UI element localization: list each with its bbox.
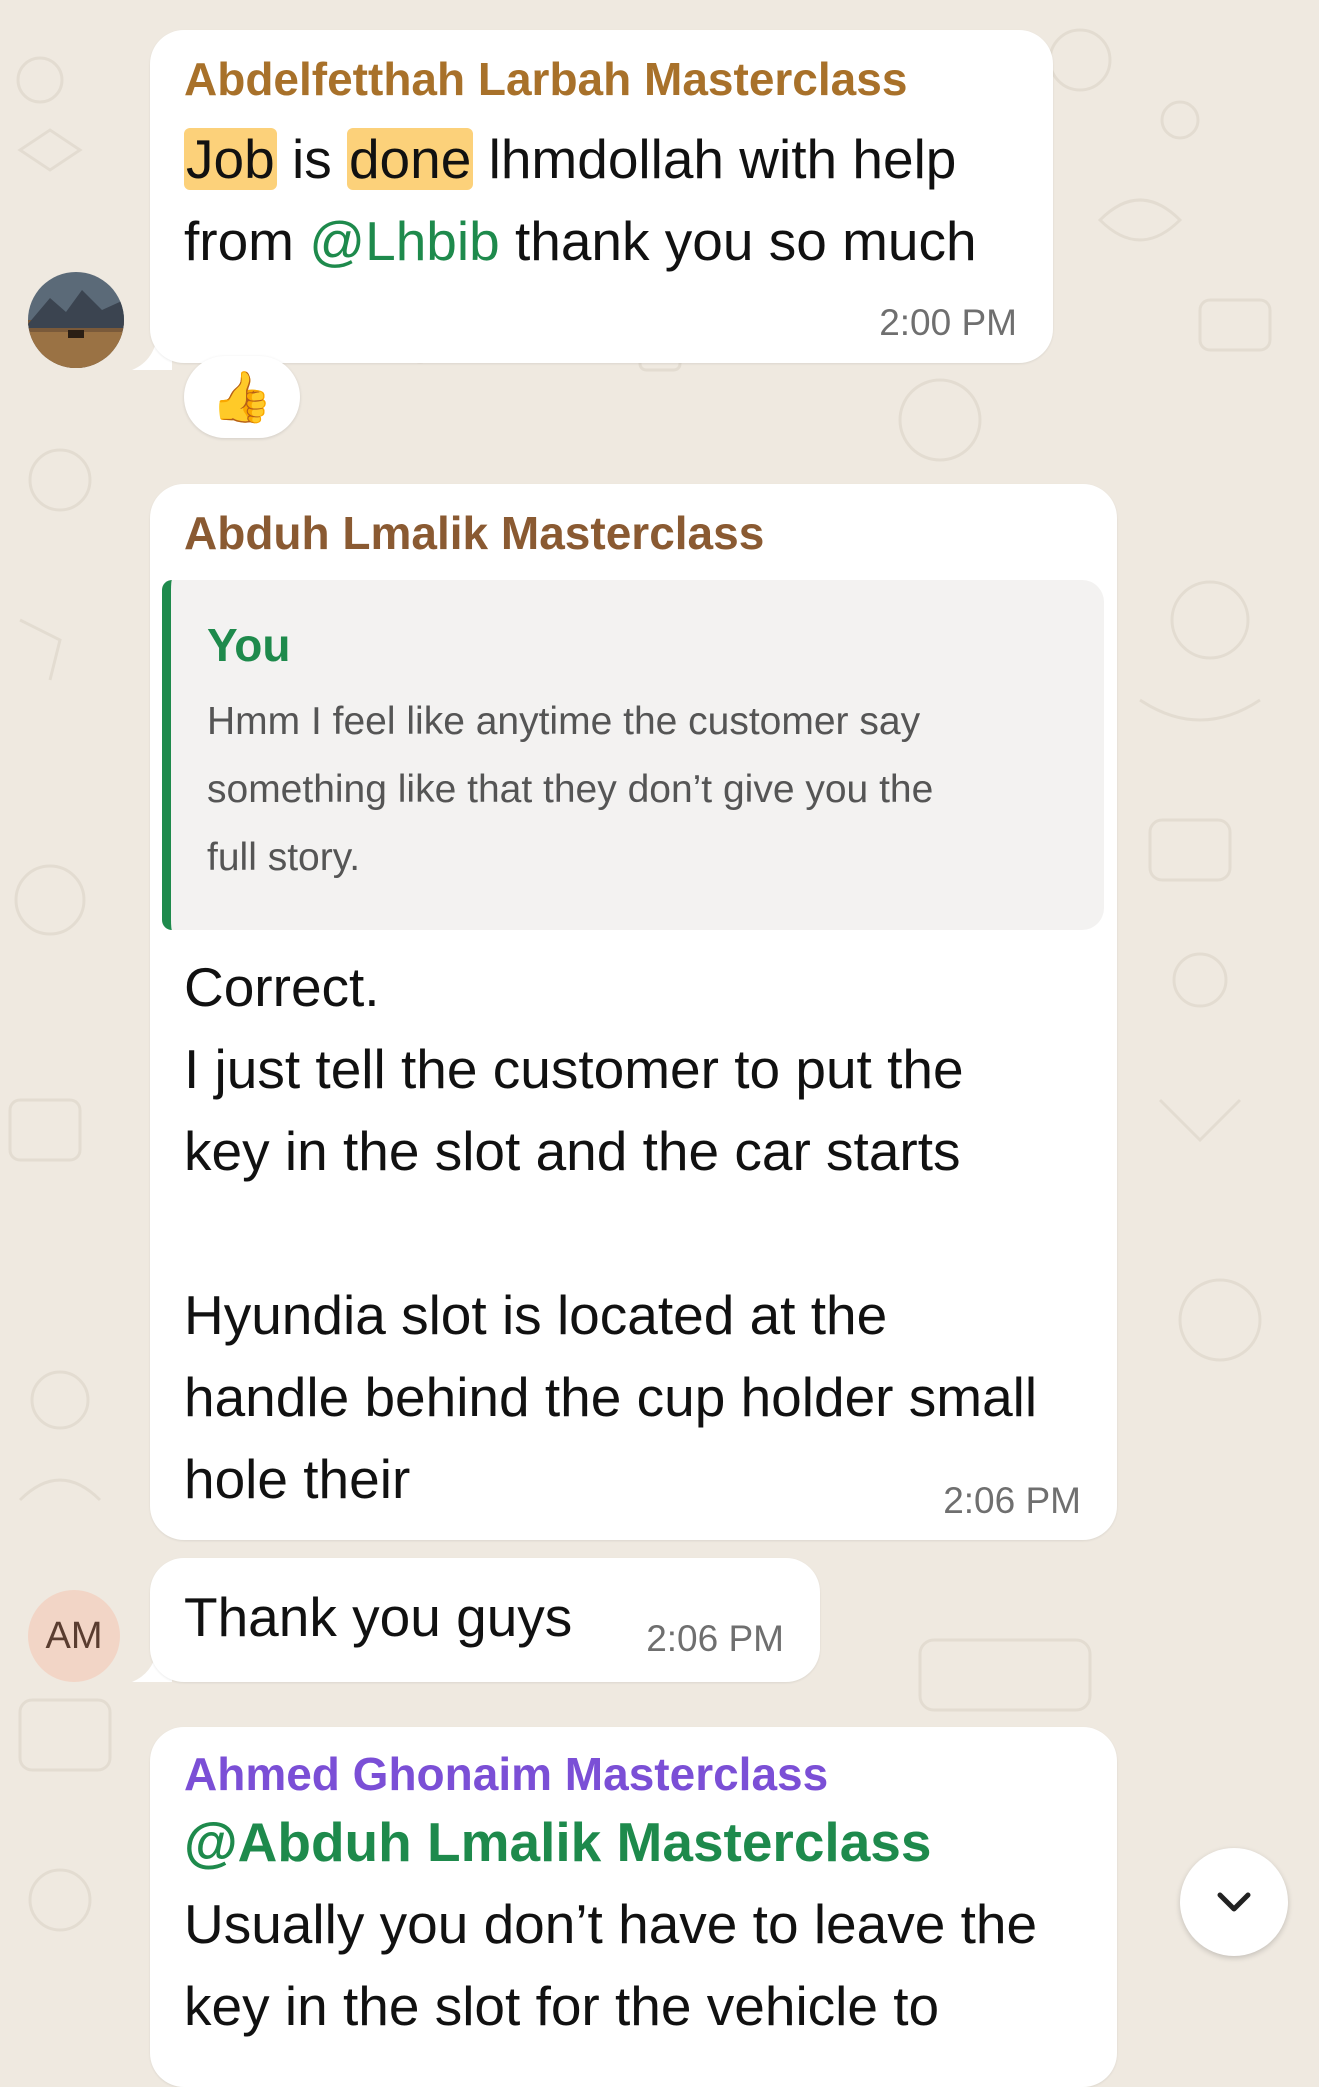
sender-name[interactable]: Abdelfetthah Larbah Masterclass (184, 52, 907, 106)
quoted-message[interactable]: You Hmm I feel like anytime the customer… (162, 580, 1104, 930)
chevron-down-icon (1217, 1892, 1251, 1912)
search-highlight: Job (184, 128, 277, 190)
sender-avatar[interactable]: AM (28, 1590, 120, 1682)
message-text-line: Correct. (184, 956, 380, 1018)
search-highlight: done (346, 128, 474, 190)
thumbs-up-icon: 👍 (210, 369, 274, 425)
message-text-line: key in the slot for the vehicle to (184, 1975, 940, 2037)
reaction-badge[interactable]: 👍 (184, 356, 300, 438)
mention-link[interactable]: @Lhbib (309, 210, 499, 272)
message-text-line-1: Job is done lhmdollah with help (184, 128, 957, 190)
message-text-line: I just tell the customer to put the (184, 1038, 964, 1100)
message-bubble[interactable]: Ahmed Ghonaim Masterclass @Abduh Lmalik … (150, 1727, 1117, 2087)
quoted-text-line: something like that they don’t give you … (207, 768, 934, 811)
message-text-line: hole their (184, 1448, 411, 1510)
avatar-initials: AM (45, 1614, 103, 1657)
sender-name[interactable]: Ahmed Ghonaim Masterclass (184, 1747, 828, 1801)
message-timestamp: 2:00 PM (879, 302, 1017, 343)
message-text-line: Hyundia slot is located at the (184, 1284, 888, 1346)
landscape-avatar-icon (28, 272, 124, 368)
quoted-text-line: Hmm I feel like anytime the customer say (207, 700, 921, 743)
message-text-line: handle behind the cup holder small (184, 1366, 1038, 1428)
quoted-text-line: full story. (207, 836, 361, 879)
mention-link[interactable]: @Abduh Lmalik Masterclass (184, 1801, 931, 1883)
quoted-author: You (207, 619, 291, 671)
message-timestamp: 2:06 PM (646, 1618, 784, 1659)
message-text-line: Usually you don’t have to leave the (184, 1893, 1038, 1955)
message-text-line-2: from @Lhbib thank you so much (184, 210, 977, 272)
message-bubble[interactable]: Abduh Lmalik Masterclass You Hmm I feel … (150, 484, 1117, 1540)
message-text-line: key in the slot and the car starts (184, 1120, 961, 1182)
sender-avatar[interactable] (28, 272, 124, 368)
scroll-to-bottom-button[interactable] (1180, 1848, 1288, 1956)
message-text: Thank you guys (184, 1586, 573, 1648)
message-bubble[interactable]: Thank you guys 2:06 PM (150, 1558, 820, 1682)
sender-name[interactable]: Abduh Lmalik Masterclass (184, 506, 764, 560)
message-timestamp: 2:06 PM (943, 1480, 1081, 1521)
message-bubble[interactable]: Abdelfetthah Larbah Masterclass Job is d… (150, 30, 1053, 363)
